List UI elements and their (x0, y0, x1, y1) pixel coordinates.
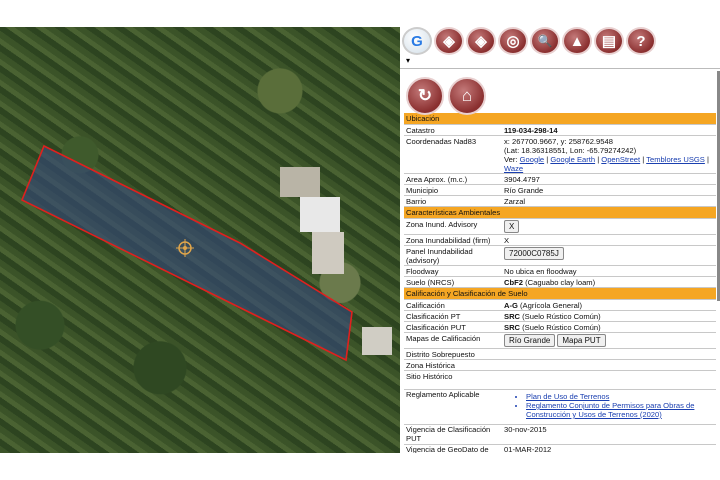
table-row: Vigencia de GeoDato de Calificación01-MA… (404, 444, 716, 453)
link-reglamento-conjunto[interactable]: Reglamento Conjunto de Permisos para Obr… (526, 401, 714, 419)
layers-alt-icon[interactable]: ◈ (466, 27, 496, 55)
print-icon[interactable]: ▤ (594, 27, 624, 55)
table-row: Reglamento Aplicable Plan de Uso de Terr… (404, 389, 716, 425)
rio-grande-map-button[interactable]: Río Grande (504, 333, 556, 347)
link-google[interactable]: Google (520, 155, 545, 164)
link-temblores[interactable]: Temblores USGS (646, 155, 705, 164)
locate-icon[interactable]: ◎ (498, 27, 528, 55)
coord-latlon: (Lat: 18.36318551, Lon: -65.79274242) (504, 145, 637, 155)
table-row: Clasificación PT SRC (Suelo Rústico Común… (404, 310, 716, 322)
measure-icon[interactable]: ▲ (562, 27, 592, 55)
building (362, 327, 392, 355)
building (280, 167, 320, 197)
table-row: Clasificación PUT SRC (Suelo Rústico Comú… (404, 321, 716, 333)
satellite-map[interactable] (0, 27, 400, 453)
table-row: Mapas de Calificación Río Grande Mapa PUT (404, 332, 716, 349)
link-waze[interactable]: Waze (504, 164, 523, 173)
bottom-margin (0, 453, 720, 480)
building (300, 197, 340, 232)
building (312, 232, 344, 274)
table-row: Distrito Sobrepuesto (404, 348, 716, 360)
link-plan-uso[interactable]: Plan de Uso de Terrenos (526, 392, 714, 401)
toolbar: G ◈ ◈ ◎ 🔍 ▲ ▤ ? (400, 27, 720, 55)
table-row: Municipio Río Grande (404, 184, 716, 196)
flood-house-icon[interactable]: ⌂ (448, 77, 486, 115)
link-google-earth[interactable]: Google Earth (550, 155, 595, 164)
table-row: Barrio Zarzal (404, 195, 716, 207)
table-row: Panel Inundabilidad (advisory) 72000C0785… (404, 245, 716, 266)
property-table: Ubicación Catastro 119-034-298-14 Coorden… (404, 113, 716, 453)
mapa-put-button[interactable]: Mapa PUT (557, 333, 606, 347)
table-row: Catastro 119-034-298-14 (404, 124, 716, 136)
inund-advisory-button[interactable]: X (504, 219, 520, 233)
section-ubicacion: Ubicación (404, 113, 716, 125)
collapse-dropdown[interactable]: ▾ (400, 55, 720, 69)
search-icon[interactable]: 🔍 (530, 27, 560, 55)
chevron-down-icon: ▾ (406, 56, 411, 65)
identify-icon[interactable]: ↻ (406, 77, 444, 115)
reglamento-list: Plan de Uso de Terrenos Reglamento Conju… (504, 392, 714, 419)
google-maps-icon[interactable]: G (402, 27, 432, 55)
table-row: Floodway No ubica en floodway (404, 265, 716, 277)
table-row: Coordenadas Nad83 x: 267700.9667, y: 258… (404, 135, 716, 174)
map-overlay (20, 144, 392, 362)
table-row: Suelo (NRCS) CbF2 (Caguabo clay loam) (404, 276, 716, 288)
table-row: Vigencia de Clasificación PUT 30-nov-2015 (404, 424, 716, 445)
help-icon[interactable]: ? (626, 27, 656, 55)
link-openstreet[interactable]: OpenStreet (601, 155, 640, 164)
section-calificacion: Calificación y Clasificación de Suelo (404, 287, 716, 300)
tool-icons: ↻ ⌂ (400, 69, 720, 115)
section-ambientales: Características Ambientales (404, 206, 716, 219)
table-row: Calificación A-G (Agrícola General) (404, 299, 716, 311)
table-row: Zona Inund. Advisory X (404, 218, 716, 235)
layers-icon[interactable]: ◈ (434, 27, 464, 55)
coord-xy: x: 267700.9667, y: 258762.9548 (504, 136, 613, 146)
table-row: Zona Histórica (404, 359, 716, 371)
panel-button[interactable]: 72000C0785J (504, 246, 564, 260)
table-row: Sitio Histórico (404, 370, 716, 390)
table-row: Area Aprox. (m.c.) 3904.4797 (404, 173, 716, 185)
info-panel: G ◈ ◈ ◎ 🔍 ▲ ▤ ? ▾ ↻ ⌂ Ubicación Catastro… (400, 27, 720, 453)
table-row: Zona Inundabilidad (firm) X (404, 234, 716, 246)
